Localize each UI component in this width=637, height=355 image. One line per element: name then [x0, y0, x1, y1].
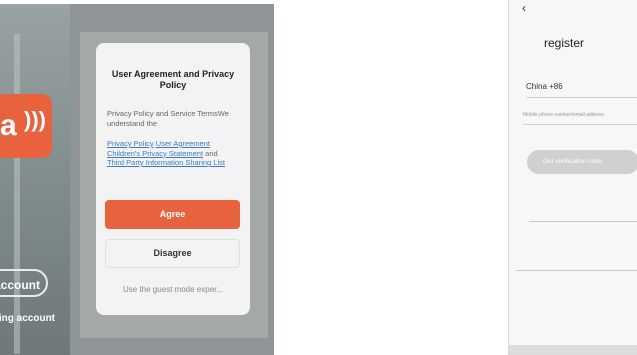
- dialog-body: Privacy Policy and Service TermsWe under…: [107, 109, 229, 128]
- privacy-dialog: User Agreement and Privacy Policy Privac…: [96, 43, 250, 315]
- register-screen: ‹ register China +86 Mobile phone number…: [508, 0, 637, 355]
- app-logo: a ))): [0, 94, 52, 158]
- phone-email-input[interactable]: Mobile phone number/email address: [523, 112, 604, 118]
- dialog-links: Privacy Policy User Agreement Children's…: [107, 139, 236, 168]
- create-account-button[interactable]: account: [0, 269, 48, 297]
- page-title: register: [544, 36, 585, 50]
- wifi-waves-icon: ))): [24, 107, 46, 132]
- third-party-link[interactable]: Third Party Information Sharing List: [107, 158, 225, 167]
- divider: [526, 97, 637, 98]
- disagree-button[interactable]: Disagree: [105, 239, 240, 268]
- divider: [529, 221, 637, 222]
- country-code-selector[interactable]: China +86: [526, 82, 563, 91]
- existing-account-link[interactable]: sting account: [0, 313, 55, 324]
- get-verification-code-button[interactable]: Get verification code: [527, 150, 637, 174]
- childrens-privacy-link[interactable]: Children's Privacy Statement: [107, 149, 203, 158]
- user-agreement-link[interactable]: User Agreement: [156, 139, 210, 148]
- logo-letter: a: [0, 109, 17, 142]
- background-photo: [0, 4, 70, 355]
- privacy-screen: a ))) account sting account User Agreeme…: [0, 4, 274, 355]
- bottom-bar: [509, 345, 637, 355]
- dialog-title: User Agreement and Privacy Policy: [111, 69, 235, 90]
- background-rail: [14, 34, 20, 354]
- agree-button[interactable]: Agree: [105, 200, 240, 229]
- divider: [523, 124, 637, 125]
- divider: [516, 270, 637, 271]
- back-arrow-icon[interactable]: ‹: [522, 1, 526, 15]
- guest-mode-link[interactable]: Use the guest mode exper...: [105, 285, 241, 294]
- privacy-policy-link[interactable]: Privacy Policy: [107, 139, 154, 148]
- and-text: and: [205, 148, 218, 158]
